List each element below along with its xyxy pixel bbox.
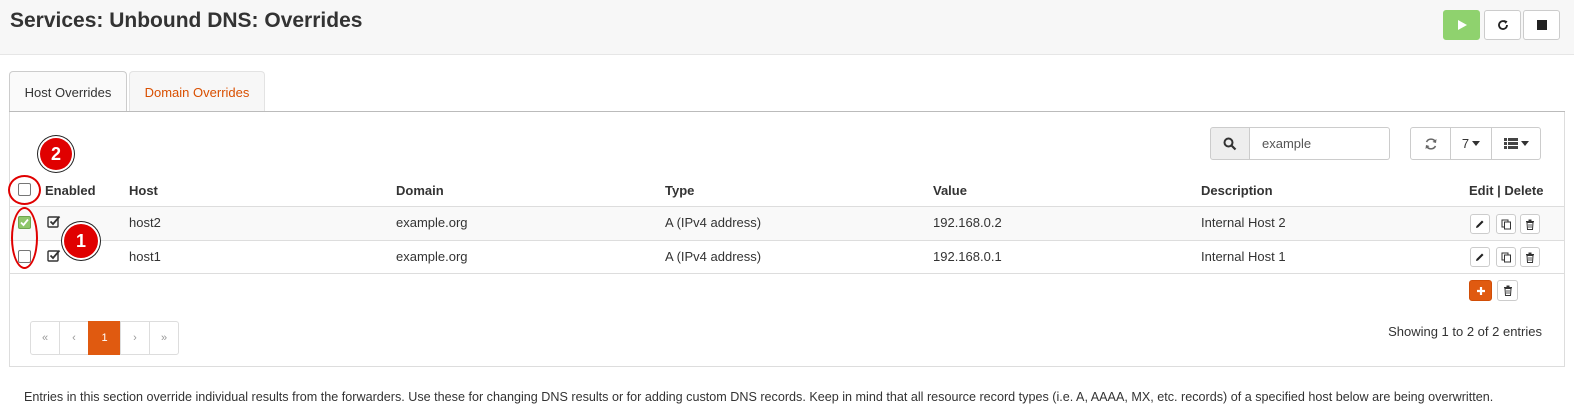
- clone-button[interactable]: [1496, 214, 1516, 234]
- cell-host: host1: [129, 249, 161, 264]
- trash-icon: [1526, 252, 1534, 263]
- edit-button[interactable]: [1470, 214, 1490, 234]
- column-header-host[interactable]: Host: [129, 183, 158, 198]
- search-icon: [1210, 127, 1250, 160]
- delete-button[interactable]: [1520, 247, 1540, 267]
- enabled-check-icon[interactable]: [47, 215, 61, 229]
- grid-refresh-button[interactable]: [1410, 127, 1451, 160]
- grid-toolbar: 7: [1410, 127, 1541, 160]
- list-icon: [1503, 138, 1518, 149]
- caret-down-icon: [1520, 141, 1529, 146]
- restart-service-button[interactable]: [1484, 10, 1521, 40]
- cell-domain: example.org: [396, 249, 468, 264]
- tab-label: Domain Overrides: [144, 84, 250, 100]
- column-header-actions: Edit | Delete: [1469, 183, 1544, 198]
- cell-value: 192.168.0.1: [933, 249, 1002, 264]
- trash-icon: [1526, 219, 1534, 230]
- column-header-value[interactable]: Value: [933, 183, 967, 198]
- search-input[interactable]: [1250, 127, 1390, 160]
- stop-icon: [1536, 20, 1547, 30]
- annotation-marker-1: 1: [64, 224, 98, 258]
- column-selector-dropdown[interactable]: [1491, 127, 1541, 160]
- entries-info: Showing 1 to 2 of 2 entries: [1388, 324, 1542, 339]
- cell-host: host2: [129, 215, 161, 230]
- tab-domain-overrides[interactable]: Domain Overrides: [129, 71, 265, 112]
- pencil-icon: [1476, 253, 1484, 261]
- table-row: [10, 241, 1564, 274]
- pagination: « ‹ 1 › »: [30, 321, 179, 355]
- clone-button[interactable]: [1496, 247, 1516, 267]
- pagination-page-1[interactable]: 1: [88, 321, 121, 355]
- search-group: [1210, 127, 1390, 160]
- page-size-dropdown[interactable]: 7: [1450, 127, 1492, 160]
- enabled-check-icon[interactable]: [47, 249, 61, 263]
- tab-host-overrides[interactable]: Host Overrides: [9, 71, 127, 112]
- cell-description: Internal Host 1: [1201, 249, 1286, 264]
- cell-value: 192.168.0.2: [933, 215, 1002, 230]
- delete-selected-button[interactable]: [1497, 280, 1518, 301]
- column-header-type[interactable]: Type: [665, 183, 694, 198]
- cell-type: A (IPv4 address): [665, 215, 762, 230]
- caret-down-icon: [1472, 141, 1481, 146]
- column-header-enabled[interactable]: Enabled: [45, 183, 96, 198]
- annotation-ring-row-checkboxes: [11, 207, 38, 269]
- start-service-button[interactable]: [1443, 10, 1480, 40]
- stop-service-button[interactable]: [1523, 10, 1560, 40]
- cell-type: A (IPv4 address): [665, 249, 762, 264]
- annotation-marker-2: 2: [40, 138, 72, 170]
- pagination-last[interactable]: »: [149, 321, 179, 355]
- play-icon: [1457, 20, 1467, 30]
- row-divider: [10, 273, 1564, 274]
- refresh-icon: [1425, 137, 1436, 150]
- refresh-icon: [1497, 20, 1508, 30]
- page-size-value: 7: [1461, 136, 1470, 151]
- select-all-checkbox[interactable]: [18, 183, 31, 196]
- delete-button[interactable]: [1520, 214, 1540, 234]
- pagination-first[interactable]: «: [30, 321, 60, 355]
- plus-icon: [1476, 286, 1485, 295]
- help-text: Entries in this section override individ…: [24, 390, 1494, 404]
- cell-description: Internal Host 2: [1201, 215, 1286, 230]
- copy-icon: [1501, 219, 1511, 229]
- pagination-prev[interactable]: ‹: [59, 321, 89, 355]
- column-header-description[interactable]: Description: [1201, 183, 1273, 198]
- pencil-icon: [1476, 220, 1484, 228]
- copy-icon: [1501, 252, 1511, 262]
- page-title: Services: Unbound DNS: Overrides: [10, 9, 363, 32]
- trash-icon: [1503, 285, 1512, 296]
- table-row: [10, 207, 1564, 240]
- pagination-next[interactable]: ›: [120, 321, 150, 355]
- tab-label: Host Overrides: [24, 84, 112, 100]
- add-button[interactable]: [1469, 280, 1492, 301]
- cell-domain: example.org: [396, 215, 468, 230]
- column-header-domain[interactable]: Domain: [396, 183, 444, 198]
- edit-button[interactable]: [1470, 247, 1490, 267]
